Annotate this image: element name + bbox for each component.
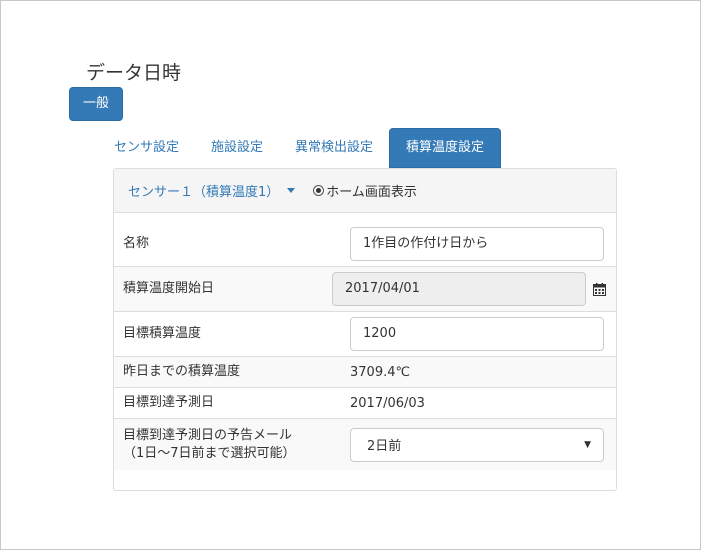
sensor-dropdown-label: センサー１（積算温度1） — [128, 185, 280, 200]
target-label: 目標積算温度 — [123, 326, 202, 341]
forecast-value: 2017/06/03 — [350, 395, 425, 411]
radio-checked-icon[interactable] — [313, 185, 325, 196]
start-date-label: 積算温度開始日 — [123, 281, 215, 296]
start-date-input[interactable]: 2017/04/01 — [332, 272, 586, 306]
home-display-radio[interactable]: ホーム画面表示 — [313, 181, 417, 200]
general-button[interactable]: 一般 — [69, 87, 123, 121]
mail-label: 目標到達予測日の予告メール （1日～7日前まで選択可能） — [114, 427, 340, 463]
mail-days-selected: 2日前 — [367, 439, 402, 454]
table-row: 目標積算温度 1200 — [114, 311, 616, 356]
target-input[interactable]: 1200 — [350, 317, 604, 351]
panel-header: センサー１（積算温度1） ホーム画面表示 — [114, 169, 616, 213]
table-row: 目標到達予測日の予告メール （1日～7日前まで選択可能） 2日前 ▼ — [114, 418, 616, 470]
sensor-dropdown[interactable]: センサー１（積算温度1） — [128, 181, 296, 200]
tab-facility-settings[interactable]: 施設設定 — [195, 128, 279, 168]
table-row: 昨日までの積算温度 3709.4℃ — [114, 356, 616, 387]
name-label: 名称 — [123, 235, 150, 251]
calendar-icon[interactable] — [593, 282, 606, 296]
settings-form: 名称 1作目の作付け日から 積算温度開始日 2017/04/01 目標積算温度 … — [114, 221, 616, 470]
home-display-label: ホーム画面表示 — [326, 185, 417, 200]
triangle-down-icon: ▼ — [584, 439, 591, 450]
page-title: データ日時 — [86, 62, 182, 84]
settings-panel: センサー１（積算温度1） ホーム画面表示 名称 1作目の作付け日から 積算温度開… — [113, 168, 617, 491]
yesterday-value: 3709.4℃ — [350, 364, 411, 380]
settings-tabs: センサ設定 施設設定 異常検出設定 積算温度設定 — [98, 128, 502, 168]
yesterday-label: 昨日までの積算温度 — [123, 364, 241, 379]
mail-label-line2: （1日～7日前まで選択可能） — [123, 445, 296, 461]
forecast-label: 目標到達予測日 — [123, 395, 215, 410]
table-row: 目標到達予測日 2017/06/03 — [114, 387, 616, 418]
tab-sensor-settings[interactable]: センサ設定 — [98, 128, 195, 168]
mail-days-select[interactable]: 2日前 ▼ — [350, 427, 604, 462]
chevron-down-icon — [287, 188, 296, 193]
table-row: 積算温度開始日 2017/04/01 — [114, 266, 616, 311]
tab-anomaly-settings[interactable]: 異常検出設定 — [279, 128, 389, 168]
mail-label-line1: 目標到達予測日の予告メール — [123, 427, 293, 443]
name-input[interactable]: 1作目の作付け日から — [350, 226, 604, 261]
tab-accumulated-temp-settings[interactable]: 積算温度設定 — [389, 128, 502, 168]
table-row: 名称 1作目の作付け日から — [114, 221, 616, 266]
